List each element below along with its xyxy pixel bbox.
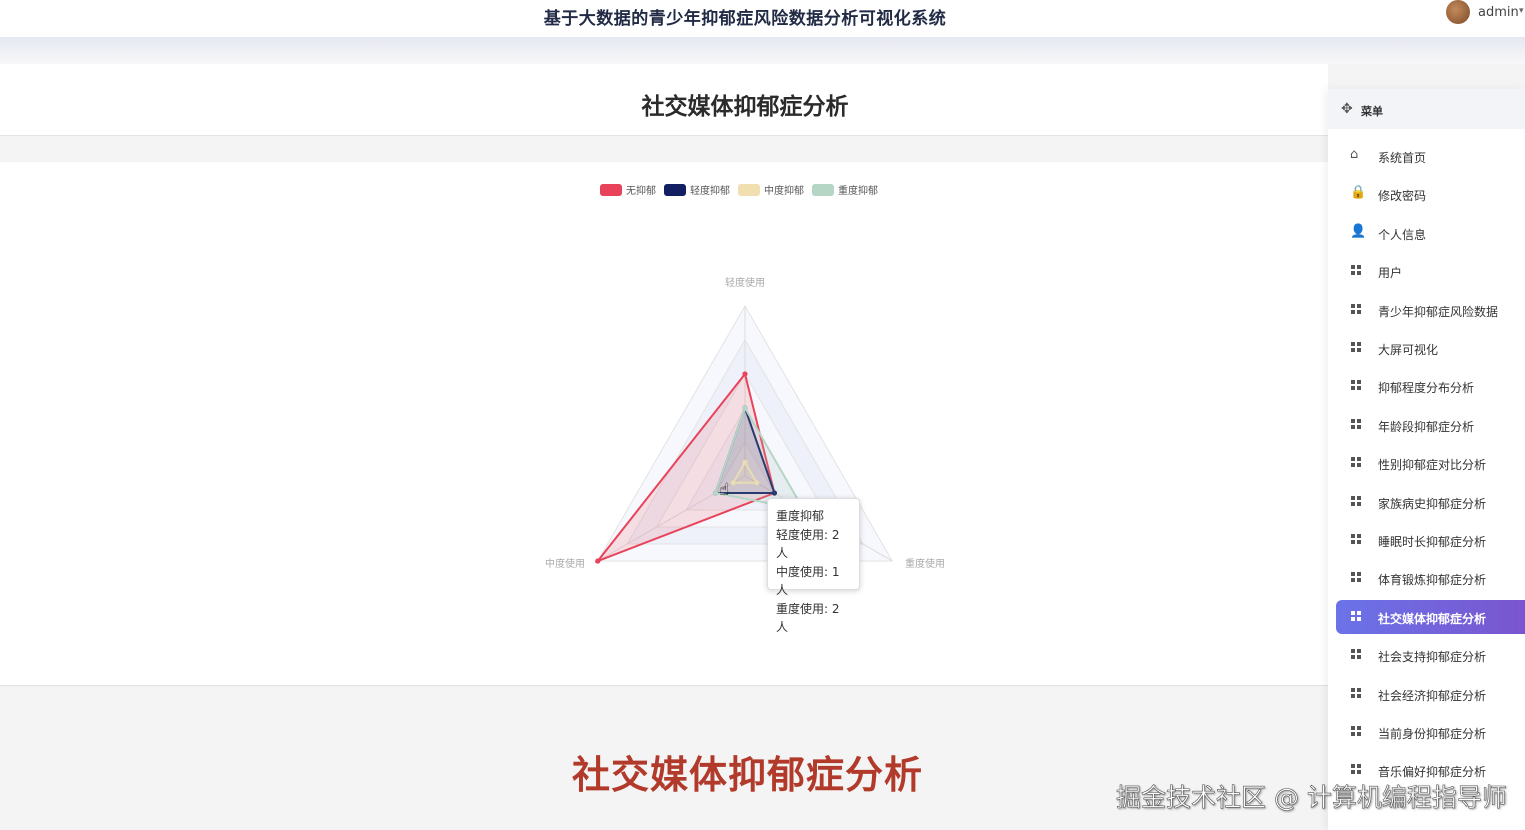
radar-data-point xyxy=(742,371,748,377)
grid-icon xyxy=(1351,572,1362,583)
sidebar-item[interactable]: 体育锻炼抑郁症分析 xyxy=(1336,561,1525,595)
sidebar-item[interactable]: 🔒 修改密码 xyxy=(1336,177,1525,211)
sidebar-item[interactable]: 家族病史抑郁症分析 xyxy=(1336,485,1525,519)
grid-icon xyxy=(1351,764,1362,775)
sidebar-item[interactable]: 👤 个人信息 xyxy=(1336,216,1525,250)
radar-data-point xyxy=(742,405,748,411)
radar-axis-label: 重度使用 xyxy=(905,557,945,570)
menu-header-label: 菜单 xyxy=(1361,105,1383,118)
sidebar-item[interactable]: 抑郁程度分布分析 xyxy=(1336,369,1525,403)
sidebar-item-label: 性别抑郁症对比分析 xyxy=(1378,458,1487,473)
sidebar-item[interactable]: 性别抑郁症对比分析 xyxy=(1336,446,1525,480)
chart-tooltip: 重度抑郁 轻度使用: 2人 中度使用: 1人 重度使用: 2人 xyxy=(767,498,860,634)
sidebar-item-label: 年龄段抑郁症分析 xyxy=(1378,419,1475,434)
sidebar-item-label: 用户 xyxy=(1378,266,1403,281)
grid-icon xyxy=(1351,534,1362,545)
grid-icon xyxy=(1351,726,1362,737)
sidebar-item-label: 社会支持抑郁症分析 xyxy=(1378,650,1487,665)
tooltip-line: 重度使用: 2人 xyxy=(776,601,840,635)
sidebar-item[interactable]: 用户 xyxy=(1336,254,1525,288)
grid-icon xyxy=(1351,303,1362,315)
sidebar-item[interactable]: 睡眠时长抑郁症分析 xyxy=(1336,523,1525,557)
sidebar-item-label: 社交媒体抑郁症分析 xyxy=(1378,611,1487,626)
radar-axis-label: 轻度使用 xyxy=(725,276,765,289)
menu-header[interactable]: ✥ 菜单 xyxy=(1328,89,1525,129)
sidebar-item-label: 社会经济抑郁症分析 xyxy=(1378,688,1487,703)
sidebar-item[interactable]: 年龄段抑郁症分析 xyxy=(1336,408,1525,442)
sidebar-item-label: 体育锻炼抑郁症分析 xyxy=(1378,573,1487,588)
sidebar-item-label: 系统首页 xyxy=(1378,151,1427,165)
grid-icon xyxy=(1351,380,1362,391)
move-icon: ✥ xyxy=(1341,101,1353,117)
grid-icon xyxy=(1351,687,1362,699)
grid-icon xyxy=(1351,495,1362,507)
grid-icon xyxy=(1351,649,1362,660)
lock-icon: 🔒 xyxy=(1350,185,1367,201)
sidebar-item[interactable]: ⌂ 系统首页 xyxy=(1336,139,1525,173)
chevron-down-icon[interactable]: ▾ xyxy=(1519,6,1524,16)
radar-axis-label: 中度使用 xyxy=(545,557,585,570)
sidebar-item[interactable]: 青少年抑郁症风险数据 xyxy=(1336,293,1525,327)
user-name[interactable]: admin xyxy=(1478,5,1519,20)
sidebar-item[interactable]: 当前身份抑郁症分析 xyxy=(1336,715,1525,749)
sidebar-item[interactable]: 社交媒体抑郁症分析 xyxy=(1336,599,1525,634)
sidebar-item[interactable]: 社会经济抑郁症分析 xyxy=(1336,677,1525,711)
user-icon: 👤 xyxy=(1350,223,1367,239)
sidebar-item-label: 当前身份抑郁症分析 xyxy=(1378,727,1487,741)
sidebar-item-label: 抑郁程度分布分析 xyxy=(1378,381,1475,396)
sidebar-item-label: 修改密码 xyxy=(1378,189,1427,204)
radar-data-point xyxy=(712,490,719,496)
grid-icon xyxy=(1351,610,1362,622)
tooltip-line: 中度使用: 1人 xyxy=(776,564,840,598)
radar-chart: 轻度使用重度使用 中度使用 xyxy=(545,276,945,570)
sidebar-item-label: 青少年抑郁症风险数据 xyxy=(1378,304,1499,319)
tooltip-line: 轻度使用: 2人 xyxy=(776,527,840,561)
grid-icon xyxy=(1351,342,1362,353)
sidebar-item[interactable]: 大屏可视化 xyxy=(1336,331,1525,365)
hand-cursor-icon: ☝ xyxy=(719,480,730,500)
sidebar-item-label: 大屏可视化 xyxy=(1378,343,1439,357)
sidebar-item-label: 睡眠时长抑郁症分析 xyxy=(1378,535,1487,549)
tooltip-title: 重度抑郁 xyxy=(776,509,825,523)
grid-icon xyxy=(1351,265,1362,276)
avatar[interactable] xyxy=(1446,0,1470,24)
sidebar-item-label: 个人信息 xyxy=(1378,227,1427,242)
sidebar-item-label: 家族病史抑郁症分析 xyxy=(1378,496,1487,511)
app-root: 基于大数据的青少年抑郁症风险数据分析可视化系统 admin ▾ 社交媒体抑郁症分… xyxy=(0,0,1525,830)
sidebar-item[interactable]: 社会支持抑郁症分析 xyxy=(1336,638,1525,672)
sidebar-menu: ✥ 菜单 ⌂ 系统首页 🔒 修改密码 👤 个人信息用户青少年抑郁症风险数据 大屏可视化抑郁程… xyxy=(1328,89,1525,830)
grid-icon xyxy=(1351,457,1362,468)
home-icon: ⌂ xyxy=(1350,147,1359,162)
watermark: 掘金技术社区 @ 计算机编程指导师 xyxy=(1116,783,1508,813)
grid-icon xyxy=(1351,418,1362,430)
radar-data-point xyxy=(595,558,601,564)
